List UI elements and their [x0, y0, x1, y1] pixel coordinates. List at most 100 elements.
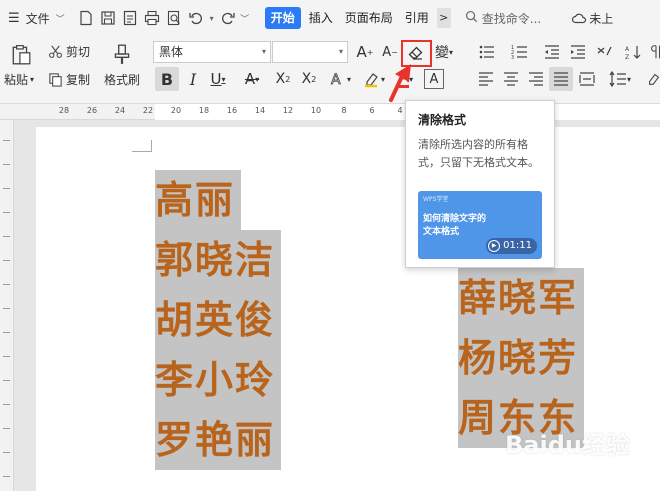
paste-button[interactable]: 粘贴 ▾ — [4, 72, 34, 87]
undo-icon[interactable] — [185, 7, 207, 29]
name-text[interactable]: 薛晓军 — [458, 268, 585, 328]
name-text[interactable]: 罗艳丽 — [155, 410, 282, 470]
align-left-icon[interactable] — [475, 69, 497, 89]
format-painter-button[interactable]: 格式刷 — [104, 72, 140, 87]
tooltip-description: 清除所选内容的所有格式，只留下无格式文本。 — [418, 138, 539, 169]
paste-icon[interactable] — [6, 40, 36, 70]
chevron-down-icon: ▾ — [338, 47, 343, 56]
line-spacing-icon[interactable]: ▾ — [606, 69, 634, 89]
wps-writer-window: ☰ 文件 ﹀ ▾ ﹀ 开始 插入 页面布局 引用 > 查找命令... 未上 粘贴… — [0, 0, 660, 491]
ruler-tick: 6 — [369, 106, 375, 115]
tutorial-video-thumbnail[interactable]: WPS学堂 如何清除文字的 文本格式 ▶ 01:11 — [418, 191, 542, 259]
ruler-tick: 10 — [310, 106, 322, 115]
font-size-select[interactable]: ▾ — [272, 41, 348, 63]
text-direction-icon[interactable] — [593, 42, 617, 62]
search-placeholder: 查找命令... — [481, 11, 542, 26]
show-marks-icon[interactable] — [648, 42, 660, 62]
tab-references[interactable]: 引用 — [401, 7, 433, 29]
tooltip-title: 清除格式 — [418, 113, 467, 127]
name-text[interactable]: 杨晓芳 — [458, 328, 585, 388]
align-right-icon[interactable] — [525, 69, 547, 89]
name-text[interactable]: 李小玲 — [155, 350, 282, 410]
numbered-list-icon[interactable]: 123 — [508, 42, 532, 62]
increase-indent-icon[interactable] — [567, 42, 589, 62]
superscript-button[interactable]: X2 — [272, 67, 294, 91]
cloud-status-label: 未上 — [589, 11, 614, 26]
underline-button[interactable]: U ▾ — [207, 67, 229, 91]
video-title: 如何清除文字的 文本格式 — [423, 214, 487, 237]
hamburger-icon: ☰ — [8, 10, 20, 26]
video-duration: 01:11 — [503, 240, 532, 251]
copy-button[interactable]: 复制 — [48, 70, 90, 88]
highlighter-icon — [364, 73, 378, 88]
highlight-color-button[interactable]: ▾ — [360, 67, 388, 91]
customize-chevron-icon[interactable]: ﹀ — [239, 7, 251, 29]
undo-dropdown-icon[interactable]: ▾ — [207, 7, 217, 29]
name-text[interactable]: 胡英俊 — [155, 290, 282, 350]
cut-button[interactable]: 剪切 — [48, 42, 90, 60]
font-name-value: 黑体 — [159, 45, 184, 59]
video-play-button[interactable]: ▶ 01:11 — [486, 238, 537, 254]
bullet-list-icon[interactable] — [475, 42, 499, 62]
text-effect-button[interactable]: A ▾ — [326, 67, 354, 91]
horizontal-ruler[interactable]: 28 26 24 22 20 18 16 14 12 10 8 6 4 2 — [0, 104, 660, 120]
justify-icon[interactable] — [549, 67, 573, 91]
format-painter-icon[interactable] — [108, 40, 136, 68]
print-preview-icon[interactable] — [163, 7, 185, 29]
phonetic-guide-icon[interactable]: 變 ▾ — [433, 42, 455, 62]
tab-home[interactable]: 开始 — [264, 7, 301, 29]
redo-icon[interactable] — [217, 7, 239, 29]
svg-text:A: A — [331, 72, 341, 88]
cloud-sync-status[interactable]: 未上 — [571, 10, 613, 27]
chevron-down-icon: ﹀ — [55, 14, 65, 25]
play-icon: ▶ — [488, 240, 501, 252]
new-document-icon[interactable] — [75, 7, 97, 29]
margin-corner-mark — [132, 140, 152, 152]
tab-page-layout[interactable]: 页面布局 — [341, 7, 397, 29]
clear-formatting-tooltip: 清除格式 清除所选内容的所有格式，只留下无格式文本。 WPS学堂 如何清除文字的… — [405, 100, 555, 268]
font-name-select[interactable]: 黑体 ▾ — [153, 41, 271, 63]
quick-access-bar: ▾ ﹀ — [75, 7, 251, 29]
vertical-ruler[interactable] — [0, 120, 14, 491]
text-effect-icon: A — [331, 72, 342, 88]
svg-text:Z: Z — [625, 54, 629, 61]
menu-bar: ☰ 文件 ﹀ ▾ ﹀ 开始 插入 页面布局 引用 > 查找命令... 未上 — [0, 0, 660, 36]
ruler-tick: 18 — [198, 106, 210, 115]
name-text[interactable]: 高丽 — [155, 170, 242, 230]
decrease-indent-icon[interactable] — [541, 42, 563, 62]
ruler-tick: 14 — [254, 106, 266, 115]
ruler-tick: 24 — [114, 106, 126, 115]
more-tabs-button[interactable]: > — [436, 8, 451, 28]
cloud-icon — [572, 13, 587, 24]
subscript-button[interactable]: X2 — [298, 67, 320, 91]
name-text[interactable]: 郭晓洁 — [155, 230, 282, 290]
chevron-down-icon: ▾ — [261, 47, 266, 56]
watermark: Baidu经验 jingyan.baidu.com — [505, 425, 655, 485]
file-menu[interactable]: ☰ 文件 ﹀ — [8, 10, 65, 27]
command-search[interactable]: 查找命令... — [465, 10, 541, 27]
sort-icon[interactable]: AZ — [622, 42, 644, 62]
distribute-icon[interactable] — [576, 69, 598, 89]
home-ribbon: 粘贴 ▾ 剪切 复制 格式刷 黑体 ▾ ▾ A + A − 變 ▾ 1 2 3 … — [0, 36, 660, 104]
increase-font-icon[interactable]: A + — [355, 42, 375, 62]
ruler-tick: 22 — [142, 106, 154, 115]
align-center-icon[interactable] — [500, 69, 522, 89]
export-pdf-icon[interactable] — [119, 7, 141, 29]
shading-icon[interactable] — [646, 69, 660, 89]
search-icon — [465, 10, 478, 26]
decrease-font-icon[interactable]: A − — [380, 42, 400, 62]
save-icon[interactable] — [97, 7, 119, 29]
ruler-tick: 20 — [170, 106, 182, 115]
ruler-tick: 12 — [282, 106, 294, 115]
italic-button[interactable]: I — [183, 67, 203, 91]
svg-text:A: A — [625, 46, 630, 53]
tab-insert[interactable]: 插入 — [305, 7, 337, 29]
print-icon[interactable] — [141, 7, 163, 29]
strikethrough-button[interactable]: A ▾ — [238, 67, 266, 91]
character-border-button[interactable]: A — [424, 69, 444, 89]
ruler-tick: 16 — [226, 106, 238, 115]
video-brand: WPS学堂 — [423, 196, 449, 203]
svg-text:3: 3 — [511, 55, 514, 61]
red-arrow-annotation — [389, 64, 411, 102]
bold-button[interactable]: B — [155, 67, 179, 91]
